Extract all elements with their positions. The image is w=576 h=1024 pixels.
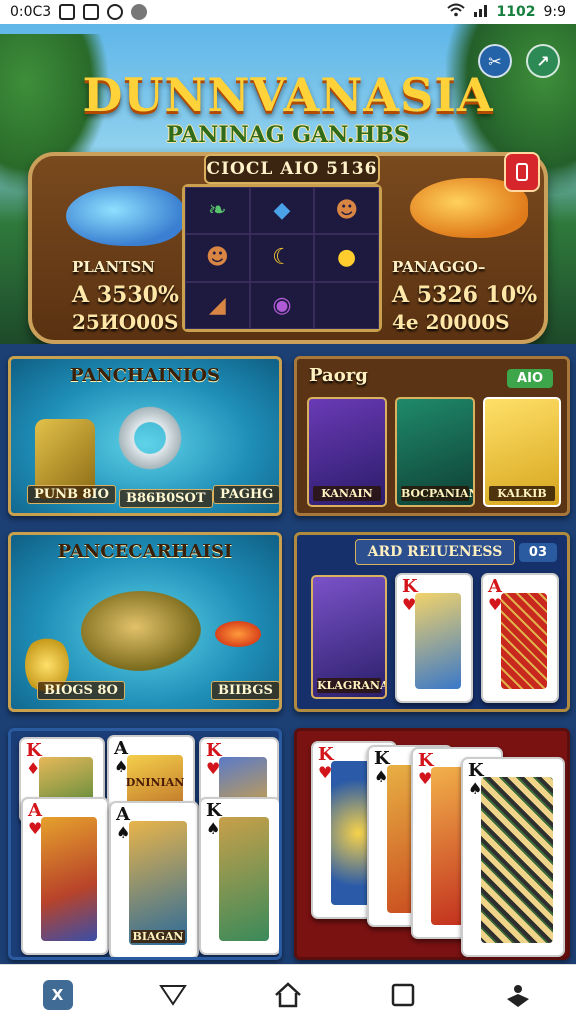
reel-symbol: ◆ xyxy=(249,187,315,235)
game-tile-cards-3[interactable]: K ♦ A ♠ DNINIAN K ♥ A ♥ A ♠ BIAGAN K ♠ xyxy=(8,728,282,960)
hero-banner[interactable]: DUNNVANASIA PANINAG GAN.HBS ✂ ↗ CIOCL AI… xyxy=(0,24,576,344)
reel-symbol: ◢ xyxy=(185,281,250,329)
signal-icon xyxy=(473,3,489,21)
clock: 9:9 xyxy=(543,4,566,20)
tile-title: PANCHAINIOS xyxy=(70,365,220,386)
prize-name: PLANTSN xyxy=(72,258,155,276)
tile-label: BIOGS 8O xyxy=(37,681,125,700)
game-tile-fish-1[interactable]: PANCHAINIOS PUNB 8IO B86B0SOT PAGHG xyxy=(8,356,282,516)
home-button[interactable] xyxy=(258,965,318,1024)
reel-symbol xyxy=(314,281,379,329)
card-art xyxy=(481,777,553,943)
app-icon xyxy=(131,4,148,20)
tile-title: PANCECARHAISI xyxy=(57,541,233,562)
reel-symbol: ☻ xyxy=(185,234,250,282)
notification-icon xyxy=(83,4,100,20)
card-art xyxy=(219,817,269,941)
playing-card[interactable]: A ♥ xyxy=(21,797,109,955)
thumbnail-caption: BOCPANIAN xyxy=(401,486,475,501)
assistant-icon xyxy=(507,984,530,1007)
back-icon xyxy=(158,984,187,1006)
game-tile-fish-2[interactable]: PANCECARHAISI BIOGS 8O BIIBGS xyxy=(8,532,282,712)
playing-card[interactable]: A ♥ xyxy=(481,573,559,703)
navigation-bar: X xyxy=(0,964,576,1024)
game-tile-cards-1[interactable]: Paorg AIO KANAIN BOCPANIAN KALKIB xyxy=(294,356,570,516)
app-icon: X xyxy=(42,979,73,1010)
status-bar: 0:0C3 1102 9:9 xyxy=(0,0,576,24)
assistant-button[interactable] xyxy=(488,965,548,1024)
exit-button[interactable]: ↗ xyxy=(526,44,560,78)
exit-icon: ↗ xyxy=(536,51,550,71)
back-button[interactable] xyxy=(143,965,203,1024)
sync-icon xyxy=(107,4,124,20)
playing-card[interactable]: K ♥ xyxy=(395,573,473,703)
prize-right: PANAGGO– A 5326 10% 4e 20000S xyxy=(392,258,542,334)
reel-symbol: ☾ xyxy=(249,234,315,282)
card-art xyxy=(129,821,187,945)
fish-art xyxy=(215,621,261,647)
game-thumbnail[interactable]: BOCPANIAN xyxy=(395,397,475,507)
share-icon: ✂ xyxy=(488,51,502,71)
fish-illustration-left xyxy=(66,186,184,246)
machine-title: CIOCL AIO 5136 xyxy=(204,154,380,184)
playing-card[interactable]: A ♠ BIAGAN xyxy=(109,801,199,957)
game-subtitle: PANINAG GAN.HBS xyxy=(166,122,410,148)
prize-name: PANAGGO– xyxy=(392,258,486,276)
slot-machine[interactable]: CIOCL AIO 5136 ❧ ◆ ☻ ☻ ☾ ● ◢ ◉ PLANTSN A… xyxy=(28,152,548,344)
tile-label: BIIBGS xyxy=(211,681,279,700)
card-caption: BIAGAN xyxy=(131,930,185,943)
mobile-icon xyxy=(516,163,528,181)
prize-value: A 5326 10% xyxy=(392,282,538,308)
fish-art xyxy=(111,405,189,471)
playing-card[interactable]: K ♠ xyxy=(461,757,565,957)
game-thumbnail[interactable]: KLAGRANAS xyxy=(311,575,387,699)
thumbnail-caption: KLAGRANAS xyxy=(317,678,385,693)
mobile-button[interactable] xyxy=(504,152,540,192)
game-thumbnail[interactable]: KALKIB xyxy=(483,397,561,507)
game-thumbnail[interactable]: KANAIN xyxy=(307,397,387,507)
slot-reels: ❧ ◆ ☻ ☻ ☾ ● ◢ ◉ xyxy=(182,184,382,332)
wifi-icon xyxy=(446,3,465,21)
tile-badge: 03 xyxy=(518,543,557,562)
recents-button[interactable] xyxy=(373,965,433,1024)
reel-symbol: ◉ xyxy=(249,281,315,329)
battery-level: 1102 xyxy=(496,4,536,20)
prize-amount: 25ИО00S xyxy=(72,310,179,334)
share-button[interactable]: ✂ xyxy=(478,44,512,78)
card-art xyxy=(501,593,547,689)
tile-label: PUNB 8IO xyxy=(27,485,116,504)
thumbnail-caption: KALKIB xyxy=(489,486,555,501)
game-tile-cards-2[interactable]: ARD REIUENESS 03 KLAGRANAS K♥ A♥ xyxy=(294,532,570,712)
tile-badge: AIO xyxy=(507,369,553,388)
status-left: 0:0C3 xyxy=(10,4,148,20)
thumbnail-caption: KANAIN xyxy=(313,486,381,501)
prize-left: PLANTSN A 3530% 25ИО00S xyxy=(72,258,182,334)
tile-title: ARD REIUENESS xyxy=(355,539,515,565)
game-tile-cards-4[interactable]: K ♥ K ♠ K ♥ K ♠ xyxy=(294,728,570,960)
status-time: 0:0C3 xyxy=(10,4,52,20)
reel-symbol: ☻ xyxy=(314,187,379,235)
prize-amount: 4e 20000S xyxy=(392,310,510,334)
card-art xyxy=(415,593,461,689)
app-switch-button[interactable]: X xyxy=(28,965,88,1024)
playing-card[interactable]: K ♠ xyxy=(199,797,279,955)
card-art xyxy=(41,817,97,941)
prize-value: A 3530% xyxy=(72,282,179,308)
fish-art xyxy=(81,591,201,671)
reel-symbol: ❧ xyxy=(185,187,250,235)
recents-icon xyxy=(391,983,415,1006)
reel-symbol: ● xyxy=(314,234,379,282)
notification-icon xyxy=(59,4,76,20)
home-icon xyxy=(275,981,301,1007)
tile-label: PAGHG xyxy=(213,485,279,504)
status-right: 1102 9:9 xyxy=(446,3,566,21)
tile-label: B86B0SOT xyxy=(119,489,213,508)
